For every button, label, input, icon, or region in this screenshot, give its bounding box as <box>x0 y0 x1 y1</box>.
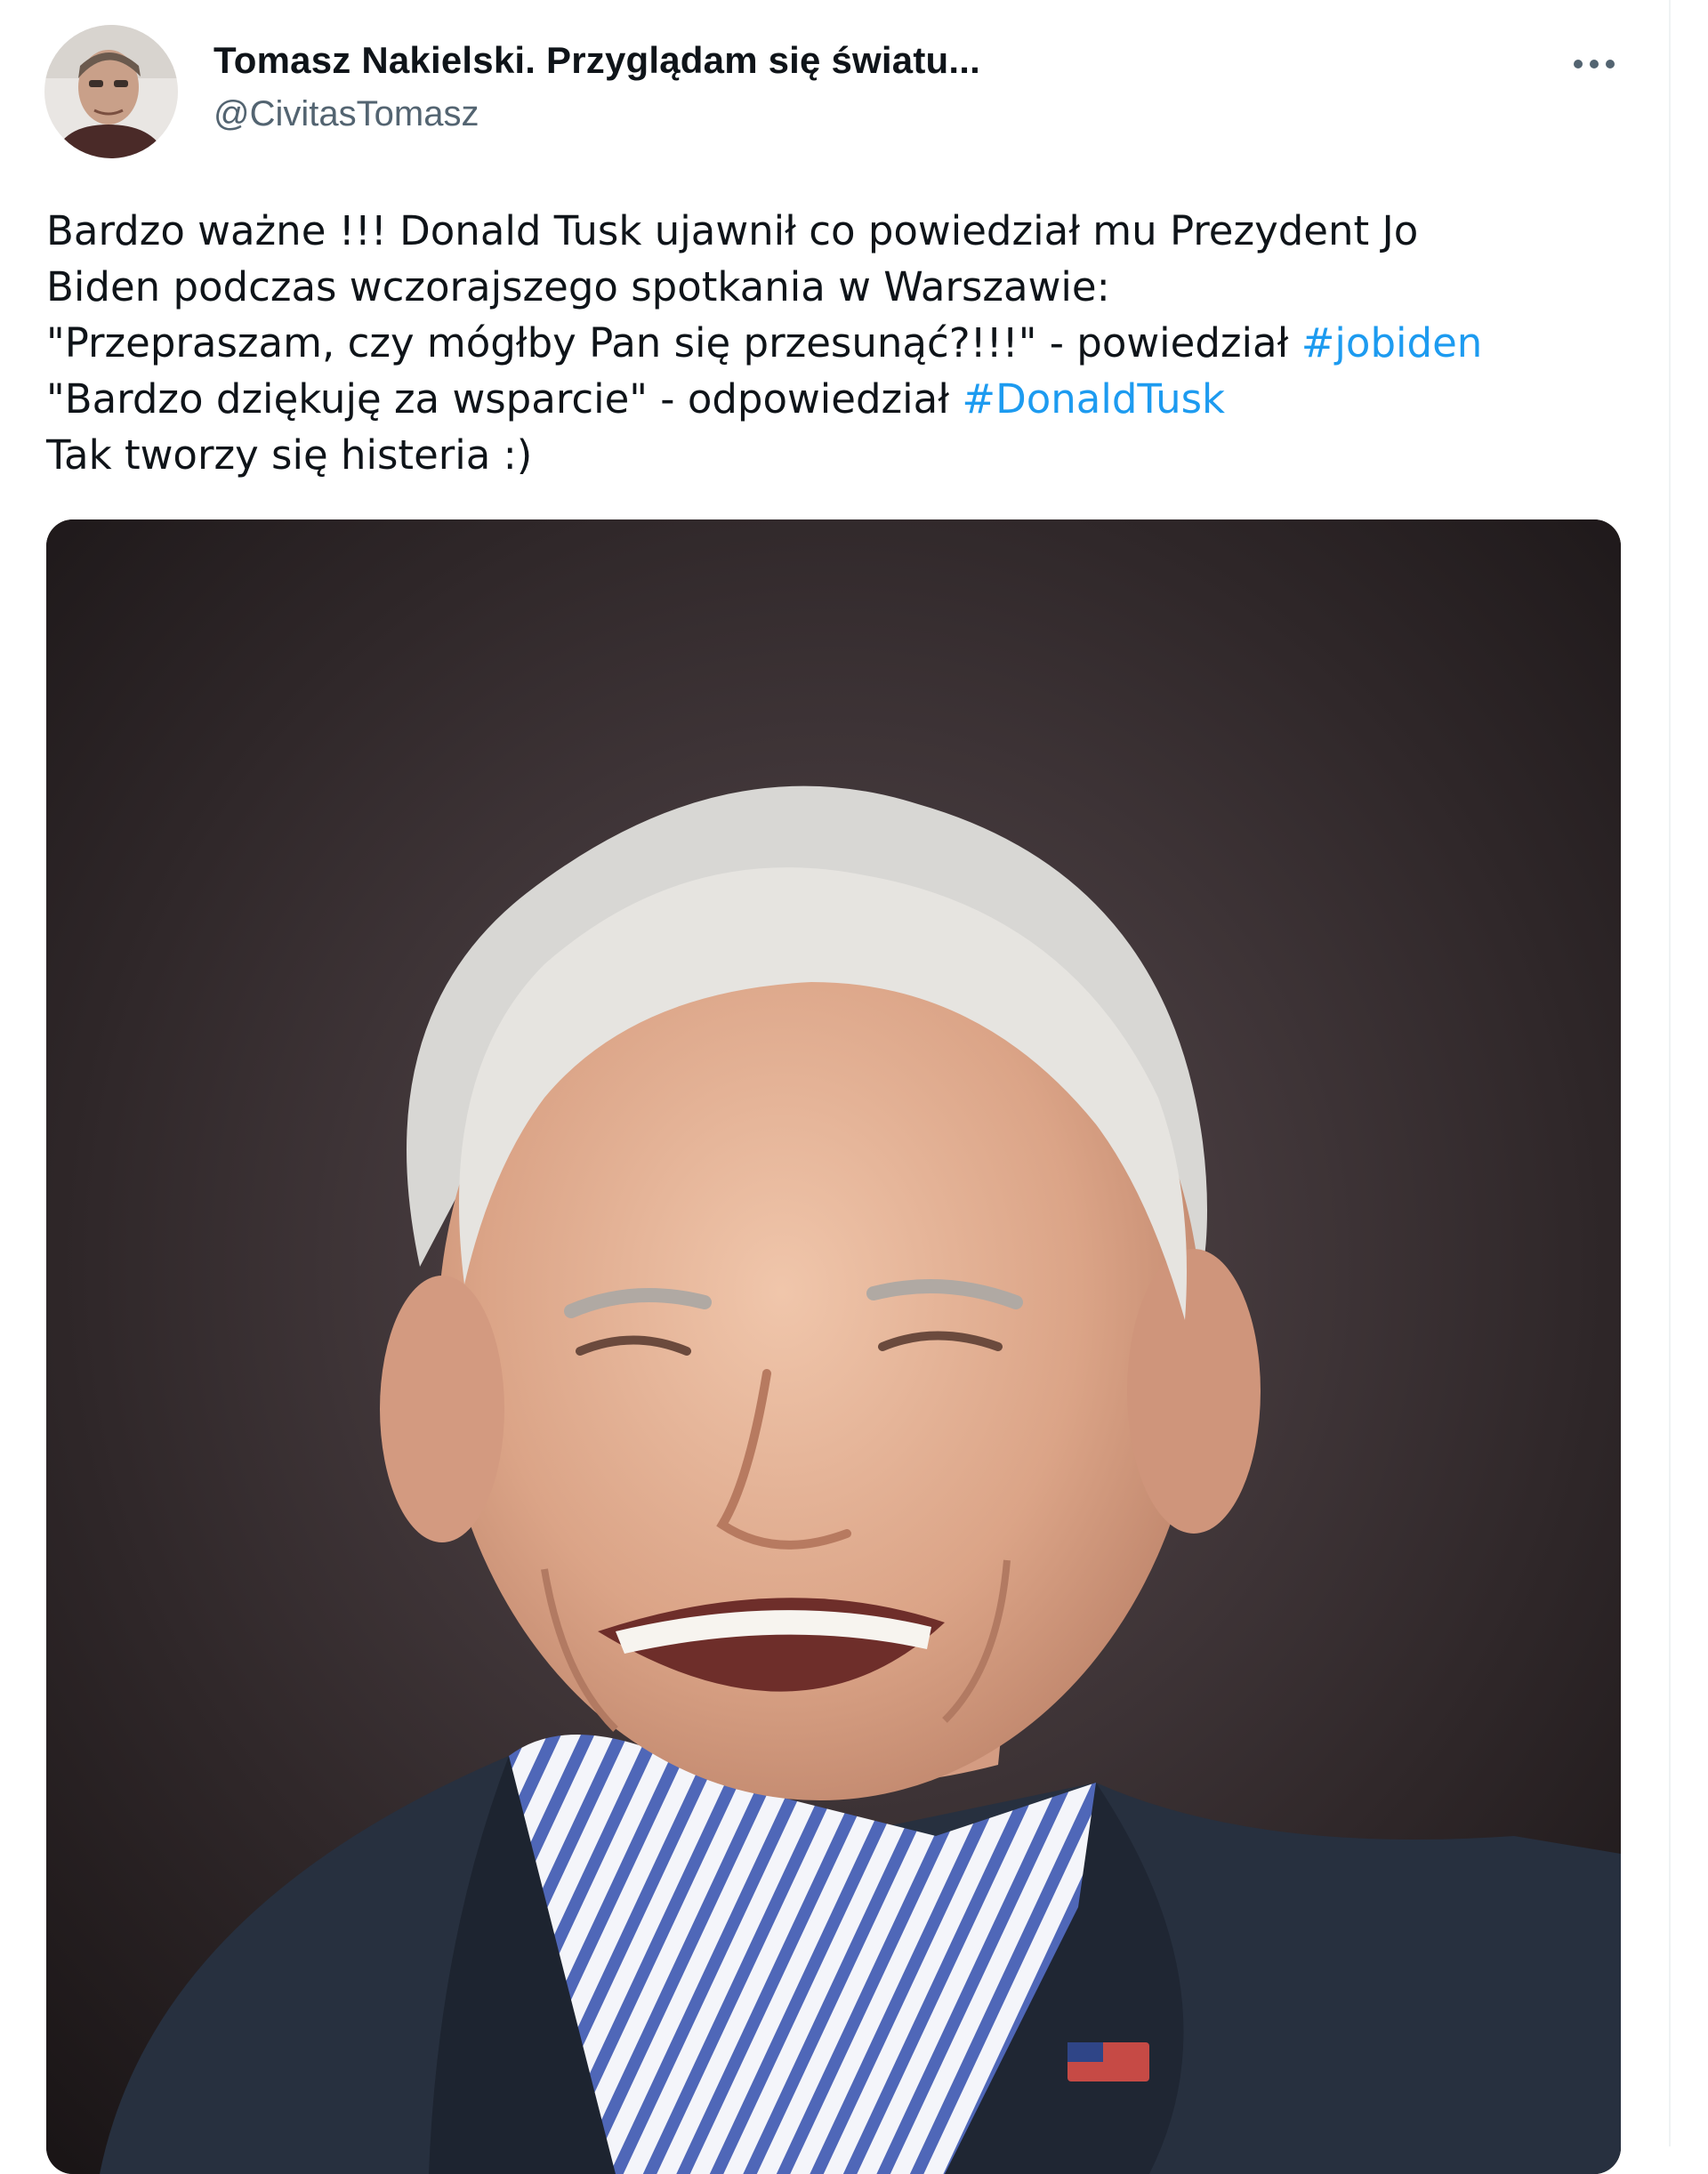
tweet-line: "Bardzo dziękuję za wsparcie" - odpowied… <box>46 371 1648 427</box>
author-display-name[interactable]: Tomasz Nakielski. Przyglądam się światu.… <box>214 39 980 82</box>
tweet-line: Tak tworzy się histeria :) <box>46 431 533 479</box>
portrait-photo <box>46 519 1621 2174</box>
more-dots-icon <box>1574 60 1615 68</box>
tweet-text: Bardzo ważne !!! Donald Tusk ujawnił co … <box>46 203 1648 483</box>
author-avatar[interactable] <box>44 25 178 158</box>
tweet-media-photo[interactable] <box>46 519 1621 2174</box>
tweet-line-text: "Bardzo dziękuję za wsparcie" - odpowied… <box>46 375 963 423</box>
hashtag-link-donaldtusk[interactable]: #DonaldTusk <box>962 375 1225 423</box>
timeline-divider <box>1669 0 1671 2146</box>
author-handle[interactable]: @CivitasTomasz <box>214 94 479 134</box>
tweet-line: Bardzo ważne !!! Donald Tusk ujawnił co … <box>46 207 1419 254</box>
tweet-line: "Przepraszam, czy mógłby Pan się przesun… <box>46 315 1648 371</box>
tweet-line-text: "Przepraszam, czy mógłby Pan się przesun… <box>46 319 1301 366</box>
tweet-line: Biden podczas wczorajszego spotkania w W… <box>46 263 1110 310</box>
more-options-button[interactable] <box>1567 37 1621 91</box>
avatar-photo <box>44 25 178 158</box>
hashtag-link-jobiden[interactable]: #jobiden <box>1301 319 1483 366</box>
